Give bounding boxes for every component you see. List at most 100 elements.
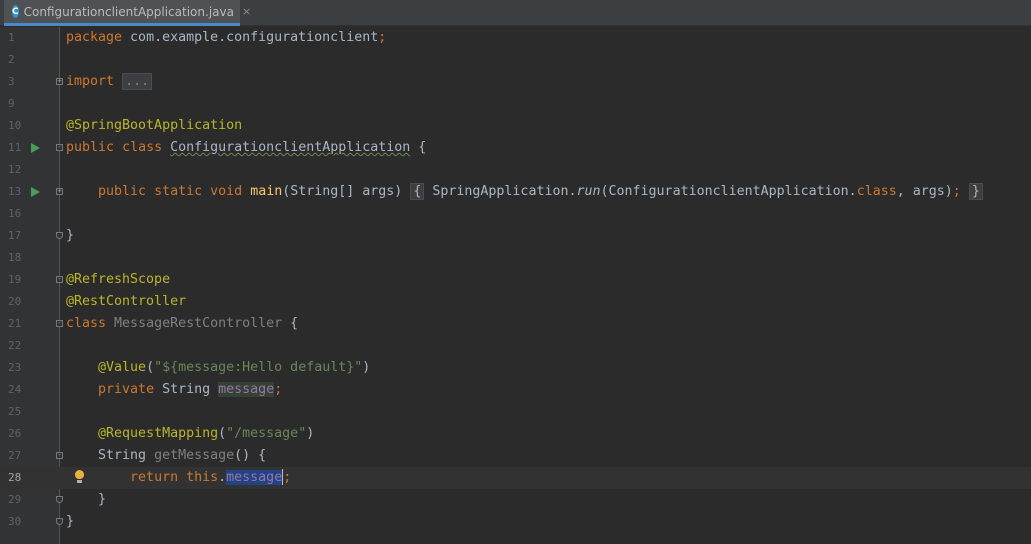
line-number: 11 <box>8 141 22 154</box>
annotation: @RequestMapping <box>98 426 219 441</box>
args: (ConfigurationclientApplication. <box>600 184 857 199</box>
brace: } <box>66 228 75 243</box>
line-number: 2 <box>8 53 15 66</box>
semicolon: ; <box>283 470 292 485</box>
code-line[interactable]: 24 private String message; <box>0 379 1031 401</box>
line-number: 24 <box>8 383 22 396</box>
fold-expand-icon[interactable]: + <box>56 188 63 195</box>
keyword: public <box>66 140 115 155</box>
line-number: 1 <box>8 31 15 44</box>
code-line[interactable]: 12 <box>0 159 1031 181</box>
string-literal: "${message:Hello default}" <box>154 360 363 375</box>
line-number: 17 <box>8 229 22 242</box>
keyword: package <box>66 30 123 45</box>
run-icon[interactable] <box>31 187 40 197</box>
code-line[interactable]: 27 - String getMessage() { <box>0 445 1031 467</box>
fold-collapse-icon[interactable]: - <box>56 276 63 283</box>
code-line[interactable]: 17 } <box>0 225 1031 247</box>
code-line[interactable]: 16 <box>0 203 1031 225</box>
method-name: getMessage <box>154 448 235 463</box>
fold-collapse-icon[interactable]: - <box>56 144 63 151</box>
method-call: run <box>576 184 601 199</box>
package-name: com.example.configurationclient <box>122 30 379 45</box>
class-ref: SpringApplication. <box>432 184 577 199</box>
line-number: 18 <box>8 251 22 264</box>
close-icon[interactable]: × <box>242 5 251 18</box>
paren: ) <box>306 426 315 441</box>
code-line[interactable]: 2 <box>0 49 1031 71</box>
keyword: class <box>66 316 107 331</box>
keyword: this <box>186 470 219 485</box>
field-name: message <box>218 382 275 397</box>
line-number: 19 <box>8 273 22 286</box>
code-line[interactable]: 25 <box>0 401 1031 423</box>
keyword: public <box>98 184 147 199</box>
code-line[interactable]: 13 + public static void main(String[] ar… <box>0 181 1031 203</box>
line-number: 20 <box>8 295 22 308</box>
fold-expand-icon[interactable]: + <box>56 78 63 85</box>
folded-brace[interactable]: } <box>968 183 983 200</box>
semicolon: ; <box>952 184 961 199</box>
args: , args) <box>896 184 953 199</box>
code-line[interactable]: 30 } <box>0 511 1031 533</box>
brace: () { <box>234 448 267 463</box>
run-icon[interactable] <box>31 143 40 153</box>
code-line[interactable]: 21 - class MessageRestController { <box>0 313 1031 335</box>
brace: { <box>410 140 427 155</box>
code-line[interactable]: 29 } <box>0 489 1031 511</box>
type: String <box>98 448 147 463</box>
line-number: 13 <box>8 185 22 198</box>
line-number: 23 <box>8 361 22 374</box>
code-line[interactable]: 18 <box>0 247 1031 269</box>
java-class-icon: C <box>12 5 19 18</box>
line-number: 29 <box>8 493 22 506</box>
code-editor[interactable]: 1 package com.example.configurationclien… <box>0 27 1031 544</box>
annotation: @SpringBootApplication <box>66 118 243 133</box>
params: (String[] args) <box>282 184 403 199</box>
code-line[interactable]: 3 + import ... <box>0 71 1031 93</box>
class-name: ConfigurationclientApplication <box>170 140 411 155</box>
annotation: @RestController <box>66 294 187 309</box>
selected-field: message <box>226 470 283 485</box>
fold-collapse-icon[interactable]: - <box>56 452 63 459</box>
annotation: @RefreshScope <box>66 272 171 287</box>
fold-end-icon[interactable] <box>56 496 63 503</box>
line-number: 12 <box>8 163 22 176</box>
brace: { <box>282 316 299 331</box>
code-line[interactable]: 9 <box>0 93 1031 115</box>
code-line[interactable]: 20 @RestController <box>0 291 1031 313</box>
tab-configurationclient-application[interactable]: C ConfigurationclientApplication.java × <box>4 0 251 26</box>
keyword: static <box>154 184 203 199</box>
line-number: 26 <box>8 427 22 440</box>
keyword: import <box>66 74 115 89</box>
line-number: 28 <box>8 471 22 484</box>
keyword: private <box>98 382 155 397</box>
string-literal: "/message" <box>226 426 307 441</box>
fold-end-icon[interactable] <box>56 232 63 239</box>
fold-collapse-icon[interactable]: - <box>56 320 63 327</box>
line-number: 3 <box>8 75 15 88</box>
line-number: 27 <box>8 449 22 462</box>
fold-end-icon[interactable] <box>56 518 63 525</box>
editor-tab-bar: C ConfigurationclientApplication.java × <box>0 0 1031 26</box>
folded-imports[interactable]: ... <box>122 73 153 90</box>
code-line-current[interactable]: 28 return this.message; <box>0 467 1031 489</box>
type: String <box>162 382 211 397</box>
paren: ) <box>362 360 371 375</box>
code-line[interactable]: 23 @Value("${message:Hello default}") <box>0 357 1031 379</box>
paren: ( <box>218 426 227 441</box>
semicolon: ; <box>378 30 387 45</box>
code-line[interactable]: 19 - @RefreshScope <box>0 269 1031 291</box>
keyword: void <box>210 184 243 199</box>
paren: ( <box>146 360 155 375</box>
folded-brace[interactable]: { <box>410 183 425 200</box>
code-line[interactable]: 26 @RequestMapping("/message") <box>0 423 1031 445</box>
brace: } <box>66 514 75 529</box>
line-number: 22 <box>8 339 22 352</box>
code-line[interactable]: 10 @SpringBootApplication <box>0 115 1031 137</box>
code-line[interactable]: 1 package com.example.configurationclien… <box>0 27 1031 49</box>
brace: } <box>98 492 107 507</box>
code-line[interactable]: 11 - public class ConfigurationclientApp… <box>0 137 1031 159</box>
line-number: 9 <box>8 97 15 110</box>
code-line[interactable]: 22 <box>0 335 1031 357</box>
